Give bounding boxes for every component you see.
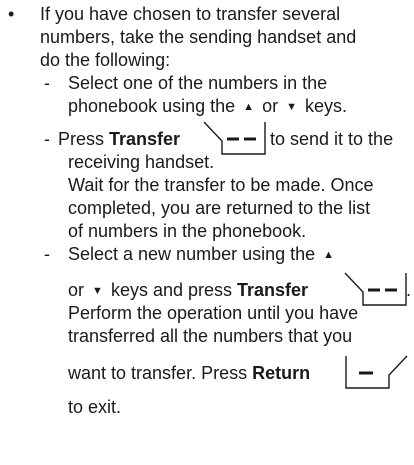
step3-line-1: Select a new number using the ▲ — [68, 243, 337, 266]
intro-line-1: If you have chosen to transfer several — [40, 4, 341, 24]
intro-line-2: numbers, take the sending handset and — [40, 27, 357, 47]
transfer-softkey-icon — [202, 121, 266, 155]
return-softkey-icon — [345, 355, 409, 389]
step2-transfer-label: Transfer — [109, 129, 181, 149]
step1-or: or — [262, 96, 279, 116]
step2-press: Press — [58, 129, 105, 149]
step3-return-label: Return — [252, 363, 311, 383]
step2-line-5: of numbers in the phonebook. — [68, 221, 307, 241]
bullet: • — [8, 4, 15, 24]
step3-line-4: transferred all the numbers that you — [68, 326, 353, 346]
step2-line1-post: to send it to the — [270, 129, 394, 149]
step2-line-3: Wait for the transfer to be made. Once — [68, 175, 374, 195]
step2-line-2: receiving handset. — [68, 152, 215, 172]
step3-line1-text: Select a new number using the — [68, 244, 316, 264]
step1-line2-pre: phonebook using the — [68, 96, 236, 116]
step2-dash: - — [44, 129, 50, 149]
step3-dash: - — [44, 244, 50, 264]
step3-or: or — [68, 280, 85, 300]
step3-line-3: Perform the operation until you have — [68, 303, 359, 323]
step2-line-1: Press Transfer — [58, 128, 180, 150]
step3-line-2: or ▼ keys and press Transfer — [68, 279, 308, 302]
step3-line-5: want to transfer. Press Return — [68, 362, 310, 384]
step3-line2-end: . — [406, 280, 412, 300]
up-arrow-icon: ▲ — [323, 249, 335, 261]
transfer-softkey-icon — [343, 272, 407, 306]
down-arrow-icon: ▼ — [286, 101, 297, 113]
step3-line-6: to exit. — [68, 397, 122, 417]
step1-line-2: phonebook using the ▲ or ▼ keys. — [68, 95, 347, 118]
step1-line2-post: keys. — [305, 96, 348, 116]
step3-transfer-label: Transfer — [237, 280, 309, 300]
step2-line-4: completed, you are returned to the list — [68, 198, 371, 218]
step3-line2-mid: keys and press — [110, 280, 232, 300]
step1-line-1: Select one of the numbers in the — [68, 73, 328, 93]
step3-line5-pre: want to transfer. Press — [68, 363, 248, 383]
step1-dash: - — [44, 73, 50, 93]
down-arrow-icon: ▼ — [92, 285, 103, 297]
intro-line-3: do the following: — [40, 50, 171, 70]
up-arrow-icon: ▲ — [243, 101, 255, 113]
